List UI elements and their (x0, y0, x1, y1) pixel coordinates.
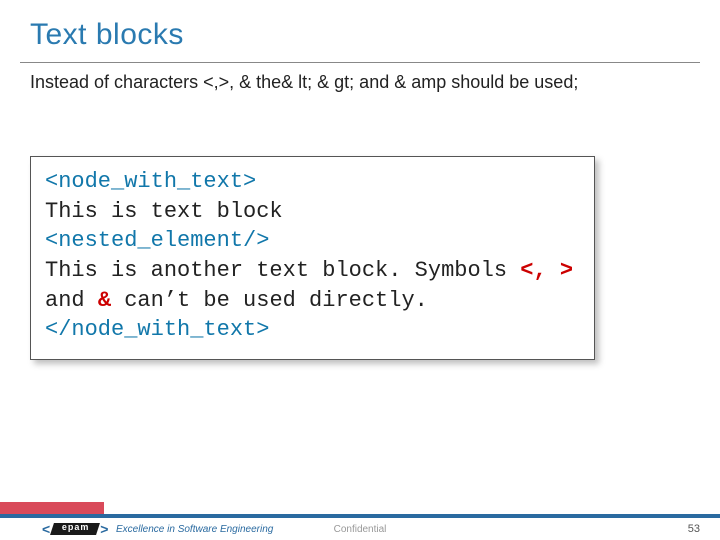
code-nested-tag: <nested_element/> (45, 228, 269, 253)
footer-confidential: Confidential (0, 524, 720, 535)
slide-subtitle: Instead of characters <,>, & the& lt; & … (30, 72, 578, 93)
symbol-amp: & (98, 288, 111, 313)
code-text: can’t be used directly. (111, 288, 428, 313)
code-text: and (45, 288, 98, 313)
slide-title: Text blocks (30, 18, 184, 52)
symbol-gt: > (560, 258, 573, 283)
code-text-line: This is another text block. Symbols <, > (45, 256, 580, 286)
code-close-tag: </node_with_text> (45, 317, 269, 342)
code-text: This is another text block. Symbols (45, 258, 520, 283)
symbol-lt: < (520, 258, 533, 283)
symbol-comma: , (533, 258, 559, 283)
footer: < epam > Excellence in Software Engineer… (0, 518, 720, 540)
code-text-line: and & can’t be used directly. (45, 286, 580, 316)
code-block: <node_with_text> This is text block <nes… (30, 156, 595, 360)
title-divider (20, 62, 700, 63)
code-text-line: This is text block (45, 197, 580, 227)
slide: Text blocks Instead of characters <,>, &… (0, 0, 720, 540)
footer-accent-bar (0, 502, 104, 514)
code-open-tag: <node_with_text> (45, 169, 256, 194)
page-number: 53 (688, 523, 700, 535)
